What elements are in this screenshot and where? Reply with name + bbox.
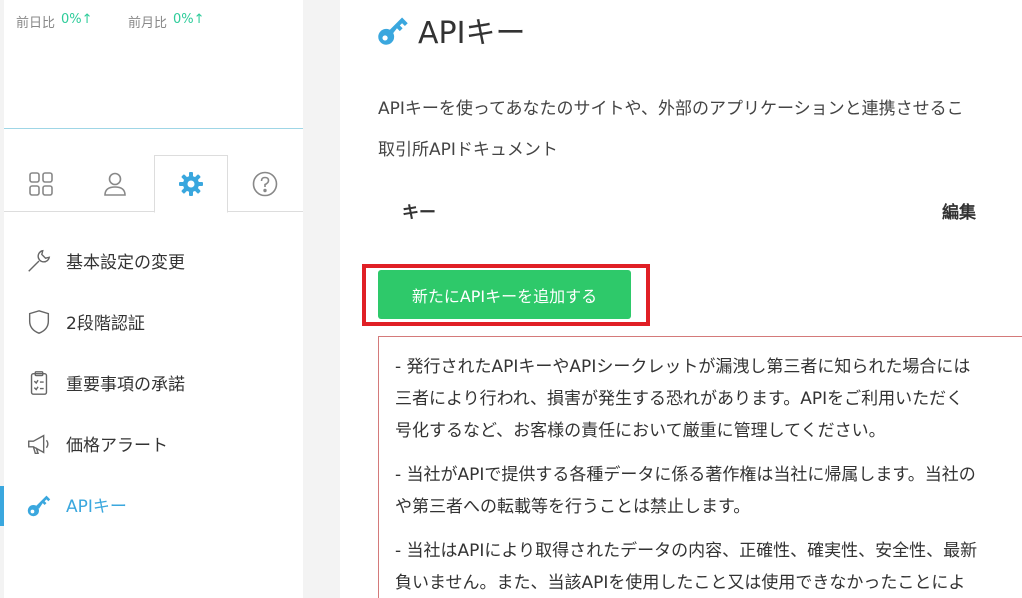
clipboard-icon bbox=[24, 368, 54, 398]
menu-item-basic-settings[interactable]: 基本設定の変更 bbox=[4, 230, 303, 291]
notice-paragraph-3: - 当社はAPIにより取得されたデータの内容、正確性、確実性、安全性、最新 負い… bbox=[395, 535, 1022, 598]
tab-profile[interactable] bbox=[78, 155, 152, 212]
main-content: APIキー APIキーを使ってあなたのサイトや、外部のアプリケーションと連携させ… bbox=[340, 0, 1022, 598]
month-change-value: 0%↑ bbox=[173, 12, 205, 27]
user-icon bbox=[104, 172, 126, 196]
notice-line: - 発行されたAPIキーやAPIシークレットが漏洩し第三者に知られた場合には bbox=[395, 357, 971, 377]
notice-line: 負いません。また、当該APIを使用したこと又は使用できなかったことによ bbox=[395, 573, 966, 593]
menu-item-api-key[interactable]: APIキー bbox=[0, 474, 303, 535]
tab-settings[interactable] bbox=[154, 155, 228, 213]
tab-help[interactable] bbox=[228, 155, 302, 212]
notice-line: 三者により行われ、損害が発生する恐れがあります。APIをご利用いただく bbox=[395, 389, 964, 409]
column-edit: 編集 bbox=[942, 203, 976, 223]
shield-icon bbox=[24, 307, 54, 337]
api-description: APIキーを使ってあなたのサイトや、外部のアプリケーションと連携させるこ bbox=[378, 99, 964, 119]
sidebar-tabs bbox=[4, 155, 303, 213]
menu-item-label: APIキー bbox=[66, 497, 127, 517]
api-documentation-link[interactable]: 取引所APIドキュメント bbox=[378, 135, 558, 160]
tab-dashboard[interactable] bbox=[4, 155, 78, 212]
notice-paragraph-1: - 発行されたAPIキーやAPIシークレットが漏洩し第三者に知られた場合には 三… bbox=[395, 351, 1022, 447]
price-change-stats: 前日比 0%↑ 前月比 0%↑ bbox=[16, 12, 240, 31]
notice-line: 号化するなど、お客様の責任において厳重に管理してください。 bbox=[395, 421, 886, 441]
wrench-icon bbox=[24, 246, 54, 276]
notice-line: - 当社がAPIで提供する各種データに係る著作権は当社に帰属します。当社の bbox=[395, 465, 976, 485]
api-key-table-header: キー 編集 bbox=[378, 195, 1022, 225]
page-title: APIキー bbox=[376, 8, 525, 52]
question-icon bbox=[252, 171, 278, 196]
megaphone-icon bbox=[24, 429, 54, 459]
key-icon bbox=[378, 17, 408, 45]
month-change: 前月比 0%↑ bbox=[128, 12, 240, 31]
notice-paragraph-2: - 当社がAPIで提供する各種データに係る著作権は当社に帰属します。当社の や第… bbox=[395, 459, 1022, 523]
menu-item-label: 基本設定の変更 bbox=[66, 253, 185, 273]
month-change-label: 前月比 bbox=[128, 16, 168, 31]
notice-line: - 当社はAPIにより取得されたデータの内容、正確性、確実性、安全性、最新 bbox=[395, 541, 978, 561]
api-notice: - 発行されたAPIキーやAPIシークレットが漏洩し第三者に知られた場合には 三… bbox=[378, 336, 1022, 598]
page-title-text: APIキー bbox=[418, 16, 526, 51]
key-icon bbox=[24, 490, 54, 520]
menu-item-terms[interactable]: 重要事項の承諾 bbox=[4, 352, 303, 413]
settings-menu: 基本設定の変更 2段階認証 重要事項の承諾 価格アラート APIキー bbox=[0, 230, 303, 535]
notice-line: や第三者への転載等を行うことは禁止します。 bbox=[395, 497, 751, 517]
menu-item-label: 2段階認証 bbox=[66, 314, 145, 334]
gear-icon bbox=[179, 172, 203, 196]
menu-item-two-factor[interactable]: 2段階認証 bbox=[4, 291, 303, 352]
day-change-label: 前日比 bbox=[16, 16, 56, 31]
menu-item-label: 価格アラート bbox=[66, 436, 168, 456]
day-change-value: 0%↑ bbox=[61, 12, 93, 27]
add-api-key-button[interactable]: 新たにAPIキーを追加する bbox=[378, 270, 631, 319]
sidebar: 前日比 0%↑ 前月比 0%↑ 基本設定の変更 2段階認証 重要事項の承諾 価格… bbox=[0, 0, 303, 598]
menu-item-price-alert[interactable]: 価格アラート bbox=[4, 413, 303, 474]
divider bbox=[4, 128, 303, 129]
day-change: 前日比 0%↑ bbox=[16, 12, 128, 31]
menu-item-label: 重要事項の承諾 bbox=[66, 375, 185, 395]
column-key: キー bbox=[402, 203, 436, 223]
grid-icon bbox=[29, 171, 53, 196]
